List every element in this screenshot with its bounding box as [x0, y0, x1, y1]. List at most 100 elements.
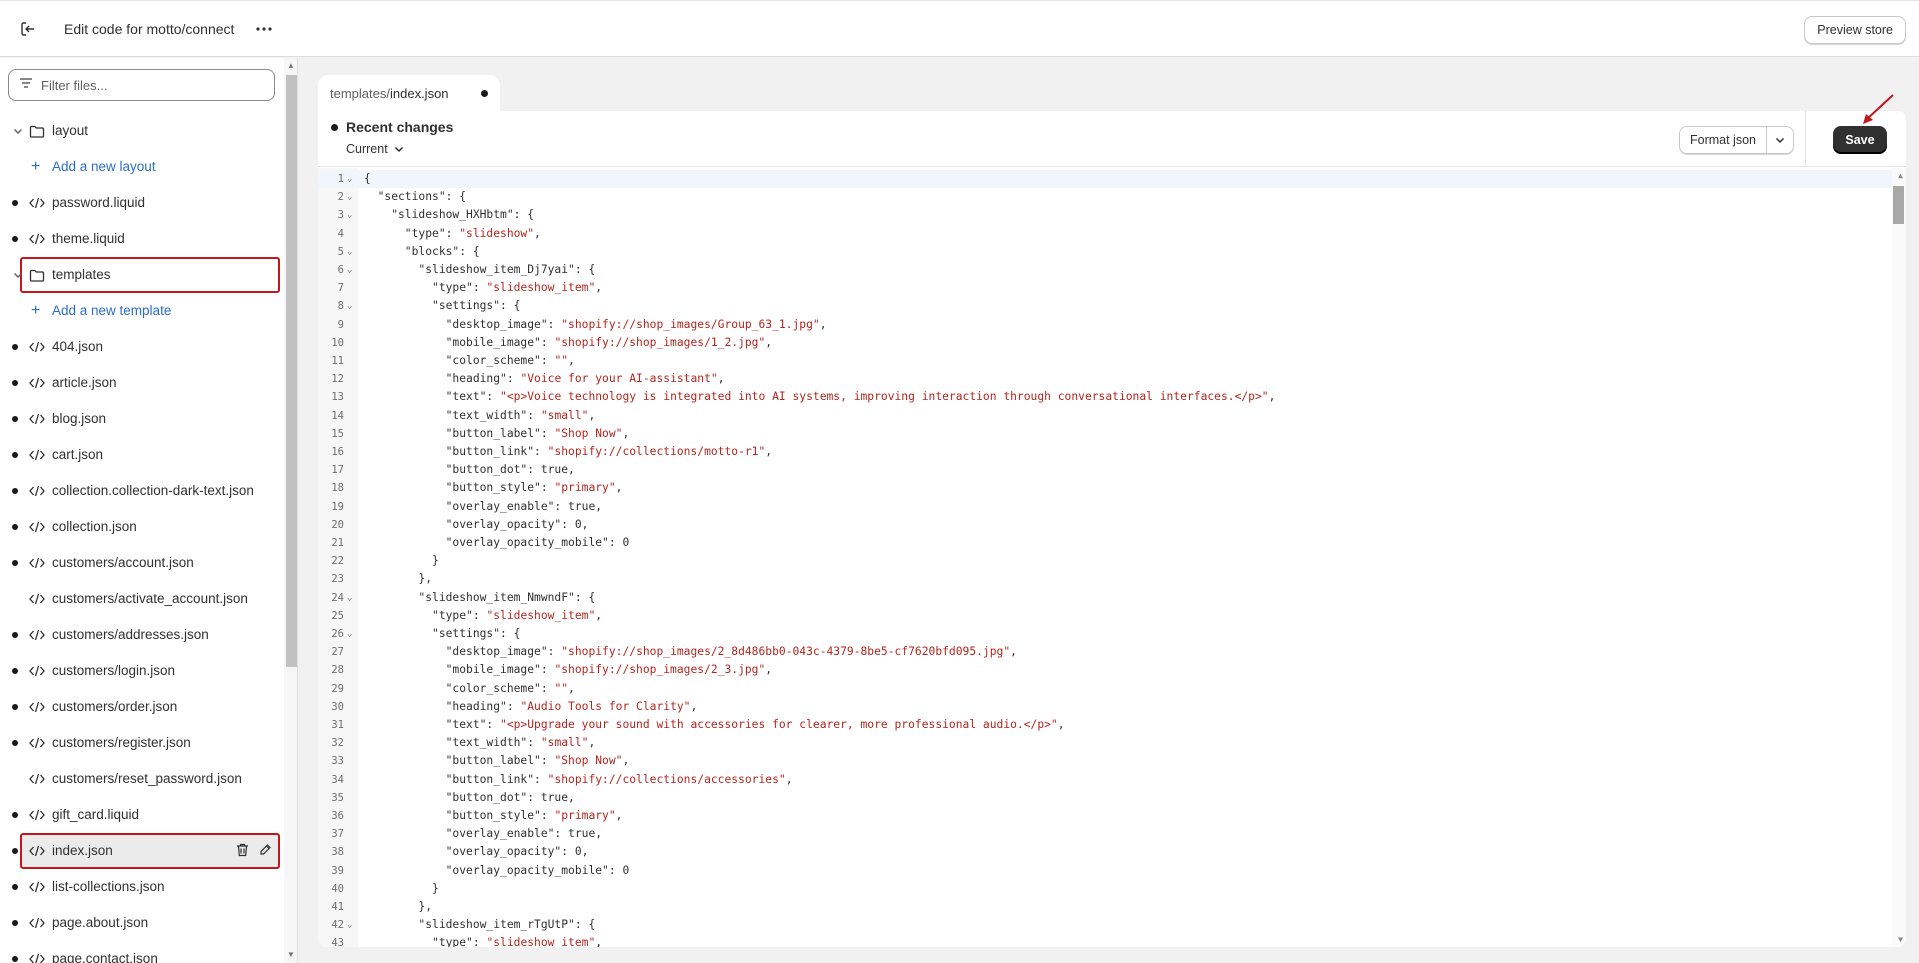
file-cart-json[interactable]: cart.json	[0, 437, 284, 473]
fold-chevron-icon[interactable]: ⌄	[347, 916, 352, 934]
sidebar-scrollbar-thumb[interactable]	[286, 75, 297, 667]
version-select[interactable]: Current	[346, 142, 404, 156]
code-line[interactable]: 8 ⌄ "settings": {	[318, 297, 1906, 315]
fold-chevron-icon[interactable]: ⌄	[347, 589, 352, 607]
fold-chevron-icon[interactable]: ⌄	[347, 297, 352, 315]
code-line[interactable]: 40 }	[318, 880, 1906, 898]
folder-layout[interactable]: layout	[0, 113, 284, 149]
add-link-add-a-new-template[interactable]: + Add a new template	[0, 293, 284, 329]
scroll-down-icon[interactable]: ▼	[287, 950, 295, 959]
file-customers-account-json[interactable]: customers/account.json	[0, 545, 284, 581]
code-line[interactable]: 23 },	[318, 570, 1906, 588]
file-customers-register-json[interactable]: customers/register.json	[0, 725, 284, 761]
code-line[interactable]: 19 "overlay_enable": true,	[318, 498, 1906, 516]
code-line[interactable]: 20 "overlay_opacity": 0,	[318, 516, 1906, 534]
code-line[interactable]: 14 "text_width": "small",	[318, 407, 1906, 425]
file-customers-order-json[interactable]: customers/order.json	[0, 689, 284, 725]
code-line[interactable]: 22 }	[318, 552, 1906, 570]
pencil-icon[interactable]	[259, 843, 272, 860]
code-line[interactable]: 21 "overlay_opacity_mobile": 0	[318, 534, 1906, 552]
code-line[interactable]: 33 "button_label": "Shop Now",	[318, 752, 1906, 770]
filter-files-field[interactable]	[8, 69, 275, 101]
fold-chevron-icon[interactable]: ⌄	[347, 243, 352, 261]
code-line[interactable]: 10 "mobile_image": "shopify://shop_image…	[318, 334, 1906, 352]
file-theme-liquid[interactable]: theme.liquid	[0, 221, 284, 257]
code-line[interactable]: 1 ⌄ {	[318, 170, 1906, 188]
file-article-json[interactable]: article.json	[0, 365, 284, 401]
chevron-down-icon[interactable]	[11, 268, 25, 282]
code-line[interactable]: 17 "button_dot": true,	[318, 461, 1906, 479]
code-line[interactable]: 15 "button_label": "Shop Now",	[318, 425, 1906, 443]
code-line[interactable]: 43 "type": "slideshow_item",	[318, 934, 1906, 947]
file-404-json[interactable]: 404.json	[0, 329, 284, 365]
more-actions-icon[interactable]	[252, 17, 276, 41]
code-line[interactable]: 32 "text_width": "small",	[318, 734, 1906, 752]
code-line[interactable]: 39 "overlay_opacity_mobile": 0	[318, 862, 1906, 880]
code-line[interactable]: 16 "button_link": "shopify://collections…	[318, 443, 1906, 461]
add-link-add-a-new-layout[interactable]: + Add a new layout	[0, 149, 284, 185]
editor-scroll-down-icon[interactable]: ▼	[1898, 935, 1903, 944]
fold-chevron-icon[interactable]: ⌄	[347, 206, 352, 224]
file-customers-activate-account-json[interactable]: customers/activate_account.json	[0, 581, 284, 617]
folder-templates[interactable]: templates	[14, 257, 280, 293]
code-line[interactable]: 11 "color_scheme": "",	[318, 352, 1906, 370]
line-number: 34	[331, 773, 344, 786]
file-list-collections-json[interactable]: list-collections.json	[0, 869, 284, 905]
scroll-up-icon[interactable]: ▲	[287, 61, 295, 70]
preview-store-button[interactable]: Preview store	[1804, 16, 1906, 44]
chevron-down-icon[interactable]	[11, 124, 25, 138]
file-collection-collection-dark-text-json[interactable]: collection.collection-dark-text.json	[0, 473, 284, 509]
code-line[interactable]: 13 "text": "<p>Voice technology is integ…	[318, 388, 1906, 406]
fold-chevron-icon[interactable]: ⌄	[347, 261, 352, 279]
code-line[interactable]: 30 "heading": "Audio Tools for Clarity",	[318, 698, 1906, 716]
file-index-json[interactable]: index.json	[12, 833, 280, 869]
code-line[interactable]: 12 "heading": "Voice for your AI-assista…	[318, 370, 1906, 388]
file-gift-card-liquid[interactable]: gift_card.liquid	[0, 797, 284, 833]
format-json-button[interactable]: Format json	[1680, 127, 1767, 153]
code-line[interactable]: 38 "overlay_opacity": 0,	[318, 843, 1906, 861]
save-button[interactable]: Save	[1833, 126, 1887, 154]
editor-scrollbar[interactable]	[1892, 168, 1906, 947]
file-customers-login-json[interactable]: customers/login.json	[0, 653, 284, 689]
code-line[interactable]: 29 "color_scheme": "",	[318, 680, 1906, 698]
code-line[interactable]: 34 "button_link": "shopify://collections…	[318, 771, 1906, 789]
code-line[interactable]: 28 "mobile_image": "shopify://shop_image…	[318, 661, 1906, 679]
file-page-about-json[interactable]: page.about.json	[0, 905, 284, 941]
code-line[interactable]: 5 ⌄ "blocks": {	[318, 243, 1906, 261]
code-string: "Shop Now"	[554, 426, 623, 440]
code-editor[interactable]: 1 ⌄{2 ⌄ "sections": {3 ⌄ "slideshow_HXHbtm"…	[318, 168, 1906, 947]
code-line[interactable]: 9 "desktop_image": "shopify://shop_image…	[318, 316, 1906, 334]
file-customers-reset-password-json[interactable]: customers/reset_password.json	[0, 761, 284, 797]
editor-scrollbar-thumb[interactable]	[1893, 186, 1904, 224]
code-line[interactable]: 35 "button_dot": true,	[318, 789, 1906, 807]
code-line[interactable]: 36 "button_style": "primary",	[318, 807, 1906, 825]
code-line[interactable]: 18 "button_style": "primary",	[318, 479, 1906, 497]
code-line[interactable]: 42 ⌄ "slideshow_item_rTgUtP": {	[318, 916, 1906, 934]
code-line[interactable]: 26 ⌄ "settings": {	[318, 625, 1906, 643]
fold-chevron-icon[interactable]: ⌄	[347, 170, 352, 188]
code-line[interactable]: 7 "type": "slideshow_item",	[318, 279, 1906, 297]
tab-index-json[interactable]: templates/index.json	[318, 75, 500, 111]
code-line[interactable]: 2 ⌄ "sections": {	[318, 188, 1906, 206]
file-collection-json[interactable]: collection.json	[0, 509, 284, 545]
editor-scroll-up-icon[interactable]: ▲	[1898, 171, 1903, 180]
fold-chevron-icon[interactable]: ⌄	[347, 625, 352, 643]
code-line[interactable]: 41 },	[318, 898, 1906, 916]
fold-chevron-icon[interactable]: ⌄	[347, 188, 352, 206]
file-page-contact-json[interactable]: page.contact.json	[0, 941, 284, 963]
code-line[interactable]: 25 "type": "slideshow_item",	[318, 607, 1906, 625]
code-line[interactable]: 37 "overlay_enable": true,	[318, 825, 1906, 843]
code-line[interactable]: 24 ⌄ "slideshow_item_NmwndF": {	[318, 589, 1906, 607]
code-line[interactable]: 4 "type": "slideshow",	[318, 225, 1906, 243]
code-line[interactable]: 31 "text": "<p>Upgrade your sound with a…	[318, 716, 1906, 734]
format-options-button[interactable]	[1767, 127, 1793, 153]
exit-icon[interactable]	[16, 17, 40, 41]
file-password-liquid[interactable]: password.liquid	[0, 185, 284, 221]
file-blog-json[interactable]: blog.json	[0, 401, 284, 437]
code-line[interactable]: 27 "desktop_image": "shopify://shop_imag…	[318, 643, 1906, 661]
file-customers-addresses-json[interactable]: customers/addresses.json	[0, 617, 284, 653]
trash-icon[interactable]	[236, 843, 249, 860]
filter-files-input[interactable]	[41, 77, 261, 93]
code-line[interactable]: 6 ⌄ "slideshow_item_Dj7yai": {	[318, 261, 1906, 279]
code-line[interactable]: 3 ⌄ "slideshow_HXHbtm": {	[318, 206, 1906, 224]
